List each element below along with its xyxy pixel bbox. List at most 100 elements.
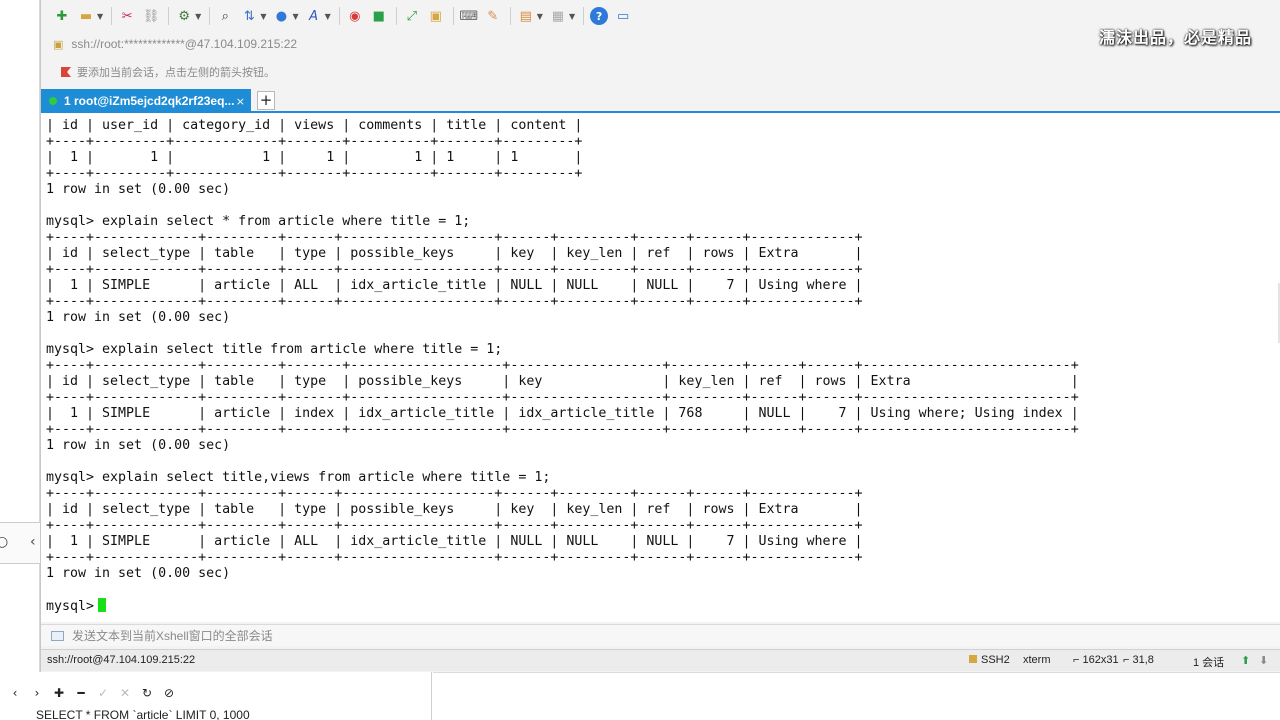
status-sessions: 1 会话 <box>1193 657 1225 669</box>
terminal-line: | id | user_id | category_id | views | c… <box>46 118 583 133</box>
fullscreen-icon[interactable]: ⤢ <box>403 7 421 25</box>
terminal-line: +----+-------------+---------+------+---… <box>46 230 863 245</box>
xftp-icon[interactable]: ◉ <box>346 7 364 25</box>
terminal-prompt: mysql> <box>46 599 95 614</box>
terminal-line: +----+-------------+---------+-------+--… <box>46 422 1079 437</box>
chevron-down-icon[interactable]: ▼ <box>97 12 103 21</box>
reconnect-icon[interactable]: ⛓ <box>142 7 160 25</box>
globe-icon[interactable]: ● <box>272 7 290 25</box>
toolbar-divider <box>509 7 511 25</box>
status-term: xterm <box>1023 654 1051 666</box>
toolbar: ✚ ▬ ▼ ✂ ⛓ ⚙ ▼ ⌕ ⇅ ▼ ● ▼ A ▼ ◉ ■ ⤢ ▣ ⌨ ✎ <box>53 4 1253 28</box>
next-icon[interactable]: › <box>26 686 48 700</box>
prev-icon[interactable]: ‹ <box>4 686 26 700</box>
apply-icon[interactable]: ✓ <box>92 686 114 700</box>
tab-label[interactable]: 1 root@iZm5ejcd2qk2rf23eq... <box>64 94 234 108</box>
terminal-line: +----+-------------+---------+------+---… <box>46 294 863 309</box>
highlight-icon[interactable]: ✎ <box>484 7 502 25</box>
terminal-line: 1 row in set (0.00 sec) <box>46 182 231 197</box>
terminal-line: +----+---------+-------------+-------+--… <box>46 134 583 149</box>
font-icon[interactable]: A <box>305 7 323 25</box>
open-folder-icon[interactable]: ▬ <box>77 7 95 25</box>
terminal-line: | 1 | SIMPLE | article | index | idx_art… <box>46 406 1079 421</box>
query-toolbar: ‹ › ✚ ━ ✓ ✕ ↻ ⊘ <box>4 686 180 700</box>
status-bar: ssh://root@47.104.109.215:22 SSH2 xterm … <box>41 649 1280 671</box>
terminal-line: 1 row in set (0.00 sec) <box>46 310 231 325</box>
toolbar-divider <box>395 7 397 25</box>
find-icon[interactable]: ⌕ <box>216 7 234 25</box>
chevron-down-icon[interactable]: ▼ <box>325 12 331 21</box>
terminal-output: | id | user_id | category_id | views | c… <box>46 118 1079 614</box>
add-icon[interactable]: ✚ <box>48 686 70 700</box>
terminal-line: +----+-------------+---------+------+---… <box>46 518 863 533</box>
terminal-cursor <box>98 598 107 612</box>
terminal-line: | 1 | SIMPLE | article | ALL | idx_artic… <box>46 278 863 293</box>
status-size-label: 162x31 <box>1082 654 1119 666</box>
xmanager-icon[interactable]: ■ <box>370 7 388 25</box>
chevron-down-icon[interactable]: ▼ <box>260 12 266 21</box>
circle-icon: ○ <box>0 534 9 550</box>
discard-icon[interactable]: ✕ <box>114 686 136 700</box>
toolbar-divider <box>111 7 113 25</box>
xshell-window: ✚ ▬ ▼ ✂ ⛓ ⚙ ▼ ⌕ ⇅ ▼ ● ▼ A ▼ ◉ ■ ⤢ ▣ ⌨ ✎ <box>40 0 1280 672</box>
result-panel <box>433 672 1280 720</box>
terminal-line: mysql> explain select title,views from a… <box>46 470 551 485</box>
tab-session-1[interactable]: 1 root@iZm5ejcd2qk2rf23eq... × <box>41 89 251 113</box>
terminal-line: | id | select_type | table | type | poss… <box>46 374 1079 389</box>
close-icon[interactable]: × <box>236 95 245 108</box>
terminal-line: mysql> explain select title from article… <box>46 342 503 357</box>
chevron-down-icon[interactable]: ▼ <box>292 12 298 21</box>
terminal-line: +----+-------------+---------+------+---… <box>46 550 863 565</box>
add-tab-button[interactable]: + <box>257 91 275 110</box>
arrow-up-icon[interactable]: ⬆ <box>1241 654 1250 667</box>
address-bar[interactable]: ▣ ssh://root:*************@47.104.109.21… <box>53 33 1253 55</box>
terminal-prompt-line[interactable]: mysql> <box>46 598 1079 614</box>
bookmark-icon[interactable] <box>61 67 71 77</box>
chevron-left-icon[interactable]: ‹ <box>30 534 36 550</box>
terminal-line: +----+-------------+---------+------+---… <box>46 486 863 501</box>
terminal-line: | id | select_type | table | type | poss… <box>46 246 863 261</box>
compose-bar[interactable]: 发送文本到当前Xshell窗口的全部会话 <box>41 624 1280 646</box>
toolbar-divider <box>452 7 454 25</box>
chevron-down-icon[interactable]: ▼ <box>569 12 575 21</box>
help-icon[interactable]: ? <box>590 7 609 25</box>
chevron-down-icon[interactable]: ▼ <box>537 12 543 21</box>
compose-placeholder: 发送文本到当前Xshell窗口的全部会话 <box>72 629 273 643</box>
terminal[interactable]: | id | user_id | category_id | views | c… <box>41 113 1280 622</box>
terminal-line: | 1 | SIMPLE | article | ALL | idx_artic… <box>46 534 863 549</box>
terminal-line: | 1 | 1 | 1 | 1 | 1 | 1 | 1 | <box>46 150 583 165</box>
keyboard-icon[interactable]: ⌨ <box>459 7 478 25</box>
refresh-icon[interactable]: ↻ <box>136 686 158 700</box>
status-protocol: SSH2 <box>969 654 1010 666</box>
background-app-panel: ○ ‹ <box>0 0 40 720</box>
ide-bottom-panel: ‹ › ✚ ━ ✓ ✕ ↻ ⊘ SELECT * FROM `article` … <box>0 672 1280 720</box>
address-text[interactable]: ssh://root:*************@47.104.109.215:… <box>71 37 297 51</box>
panel-collapse-handle[interactable]: ○ ‹ <box>0 522 40 564</box>
sql-query-text[interactable]: SELECT * FROM `article` LIMIT 0, 1000 <box>36 708 250 720</box>
status-protocol-label: SSH2 <box>981 654 1010 666</box>
status-position: ⌐ 31,8 <box>1123 654 1154 666</box>
toolbar-divider <box>338 7 340 25</box>
compose-icon[interactable]: ▤ <box>517 7 535 25</box>
disconnect-icon[interactable]: ✂ <box>118 7 136 25</box>
chevron-down-icon[interactable]: ▼ <box>195 12 201 21</box>
transfer-icon[interactable]: ⇅ <box>240 7 258 25</box>
lock-icon[interactable]: ▣ <box>427 7 445 25</box>
lock-icon <box>969 655 977 663</box>
status-size: ⌐ 162x31 <box>1073 654 1119 666</box>
chat-icon[interactable]: ▭ <box>614 7 632 25</box>
query-panel: ‹ › ✚ ━ ✓ ✕ ↻ ⊘ SELECT * FROM `article` … <box>0 672 432 720</box>
properties-icon[interactable]: ⚙ <box>175 7 193 25</box>
status-position-label: 31,8 <box>1132 654 1154 666</box>
stop-icon[interactable]: ⊘ <box>158 686 180 700</box>
remove-icon[interactable]: ━ <box>70 686 92 700</box>
session-tip-bar: 要添加当前会话，点击左侧的箭头按钮。 <box>53 61 1253 83</box>
new-session-icon[interactable]: ✚ <box>53 7 71 25</box>
arrow-down-icon[interactable]: ⬇ <box>1259 654 1268 667</box>
status-session: ssh://root@47.104.109.215:22 <box>47 654 196 666</box>
layout-icon[interactable]: ▦ <box>549 7 567 25</box>
terminal-line: 1 row in set (0.00 sec) <box>46 438 231 453</box>
